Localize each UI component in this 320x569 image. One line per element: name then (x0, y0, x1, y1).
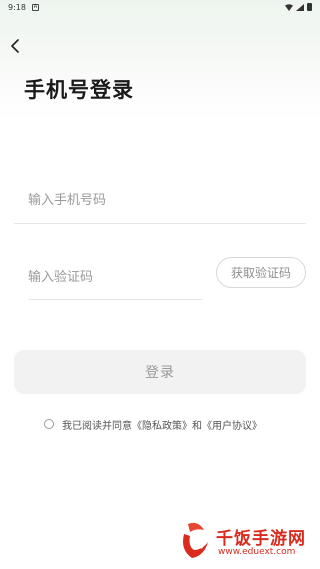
status-bar: 9:18 A (0, 0, 320, 14)
wifi-icon (285, 3, 293, 11)
agreement-prefix: 我已阅读并同意 (62, 420, 132, 432)
agreement-conjunction: 和 (192, 420, 202, 432)
agree-checkbox[interactable] (44, 419, 54, 429)
watermark: 饭 千饭手游网 www.eduext.com (178, 520, 318, 566)
page-title: 手机号登录 (24, 78, 134, 102)
privacy-policy-link[interactable]: 《隐私政策》 (132, 417, 192, 432)
notification-icon: A (31, 3, 39, 11)
login-button[interactable]: 登录 (14, 350, 306, 394)
signal-icon (296, 3, 304, 11)
watermark-url: www.eduext.com (218, 547, 296, 557)
watermark-site-name: 千饭手游网 (216, 529, 306, 549)
phone-number-input[interactable] (14, 178, 306, 224)
user-agreement-link[interactable]: 《用户协议》 (202, 417, 262, 432)
back-button[interactable] (6, 36, 24, 56)
chevron-left-icon (11, 39, 19, 53)
battery-icon (307, 3, 312, 11)
verification-code-input[interactable] (28, 256, 202, 300)
get-code-button[interactable]: 获取验证码 (216, 257, 306, 288)
status-icons (285, 3, 312, 11)
status-time: 9:18 (8, 2, 26, 12)
watermark-logo-text: 饭 (189, 535, 203, 551)
watermark-logo: 饭 (183, 522, 208, 558)
agreement-row: 我已阅读并同意 《隐私政策》 和 《用户协议》 (44, 416, 262, 432)
